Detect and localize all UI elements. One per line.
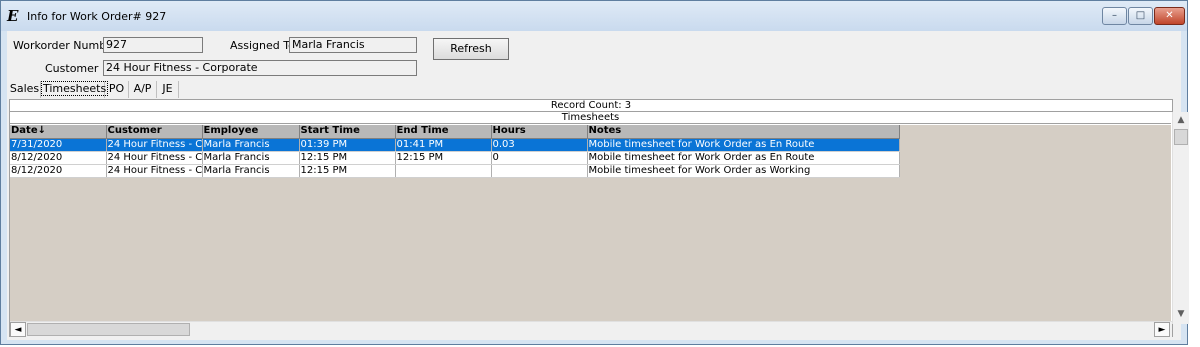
cell-customer: 24 Hour Fitness - Co — [106, 164, 203, 178]
work-order-window: E Info for Work Order# 927 – □ ✕ Workord… — [0, 0, 1189, 345]
cell-end-time — [395, 164, 492, 178]
scroll-up-icon[interactable]: ▲ — [1173, 112, 1189, 128]
tab-ap[interactable]: A/P — [129, 81, 157, 98]
cell-notes: Mobile timesheet for Work Order as En Ro… — [587, 151, 900, 165]
tab-sales[interactable]: Sales — [9, 81, 41, 98]
scroll-left-icon[interactable]: ◄ — [10, 322, 26, 337]
workorder-number-field[interactable]: 927 — [103, 37, 203, 53]
column-header-date[interactable]: Date↓ — [10, 125, 107, 139]
title-bar[interactable]: E Info for Work Order# 927 – □ ✕ — [1, 1, 1187, 31]
assigned-to-field[interactable]: Marla Francis — [289, 37, 417, 53]
cell-notes: Mobile timesheet for Work Order as En Ro… — [587, 138, 900, 152]
timesheets-table: Date↓ Customer Employee Start Time End T… — [10, 125, 900, 178]
table-row[interactable]: 8/12/2020 24 Hour Fitness - Co Marla Fra… — [10, 164, 900, 178]
tab-timesheets-label: Timesheets — [41, 81, 109, 96]
cell-start-time: 12:15 PM — [299, 151, 396, 165]
cell-end-time: 01:41 PM — [395, 138, 492, 152]
cell-notes: Mobile timesheet for Work Order as Worki… — [587, 164, 900, 178]
cell-employee: Marla Francis — [202, 138, 300, 152]
cell-start-time: 12:15 PM — [299, 164, 396, 178]
customer-field[interactable]: 24 Hour Fitness - Corporate — [103, 60, 417, 76]
tab-ap-label: A/P — [133, 82, 152, 95]
assigned-to-label: Assigned To — [230, 39, 295, 52]
workorder-number-label: Workorder Number — [13, 39, 118, 52]
horizontal-scrollbar[interactable]: ◄ ► — [10, 321, 1172, 337]
app-logo-icon: E — [7, 7, 19, 25]
timesheets-panel: Record Count: 3 Timesheets Date↓ Custome… — [9, 99, 1189, 337]
column-header-hours[interactable]: Hours — [491, 125, 588, 139]
column-header-notes[interactable]: Notes — [587, 125, 900, 139]
tab-sales-label: Sales — [9, 82, 40, 95]
cell-customer: 24 Hour Fitness - Co — [106, 151, 203, 165]
column-header-end-time[interactable]: End Time — [395, 125, 492, 139]
vertical-scrollbar[interactable]: ▲ ▼ — [1172, 112, 1189, 324]
customer-label: Customer — [45, 62, 99, 75]
cell-date: 8/12/2020 — [10, 164, 107, 178]
cell-start-time: 01:39 PM — [299, 138, 396, 152]
maximize-button[interactable]: □ — [1128, 7, 1153, 25]
minimize-button[interactable]: – — [1102, 7, 1127, 25]
close-button[interactable]: ✕ — [1154, 7, 1185, 25]
column-header-employee[interactable]: Employee — [202, 125, 300, 139]
cell-hours: 0 — [491, 151, 588, 165]
window-title: Info for Work Order# 927 — [27, 10, 167, 23]
tab-je[interactable]: JE — [157, 81, 179, 98]
tab-timesheets[interactable]: Timesheets — [41, 81, 109, 98]
cell-end-time: 12:15 PM — [395, 151, 492, 165]
timesheets-grid[interactable]: Date↓ Customer Employee Start Time End T… — [10, 125, 1171, 321]
grid-caption: Timesheets — [10, 112, 1171, 124]
tab-je-label: JE — [162, 82, 173, 95]
cell-employee: Marla Francis — [202, 151, 300, 165]
vertical-scroll-thumb[interactable] — [1174, 129, 1188, 145]
tab-po-label: PO — [108, 82, 125, 95]
column-header-start-time[interactable]: Start Time — [299, 125, 396, 139]
scroll-down-icon[interactable]: ▼ — [1173, 306, 1189, 322]
cell-date: 8/12/2020 — [10, 151, 107, 165]
horizontal-scroll-thumb[interactable] — [27, 323, 190, 336]
tab-po[interactable]: PO — [105, 81, 129, 98]
table-row[interactable]: 8/12/2020 24 Hour Fitness - Co Marla Fra… — [10, 151, 900, 165]
header-row: Date↓ Customer Employee Start Time End T… — [10, 125, 900, 139]
window-client-area: Workorder Number 927 Assigned To Marla F… — [7, 31, 1189, 340]
cell-hours — [491, 164, 588, 178]
record-count: Record Count: 3 — [10, 100, 1172, 112]
cell-date: 7/31/2020 — [10, 138, 107, 152]
cell-hours: 0.03 — [491, 138, 588, 152]
scroll-right-icon[interactable]: ► — [1154, 322, 1170, 337]
cell-employee: Marla Francis — [202, 164, 300, 178]
table-row[interactable]: 7/31/2020 24 Hour Fitness - Co Marla Fra… — [10, 138, 900, 152]
refresh-button[interactable]: Refresh — [433, 38, 509, 60]
column-header-customer[interactable]: Customer — [106, 125, 203, 139]
cell-customer: 24 Hour Fitness - Co — [106, 138, 203, 152]
